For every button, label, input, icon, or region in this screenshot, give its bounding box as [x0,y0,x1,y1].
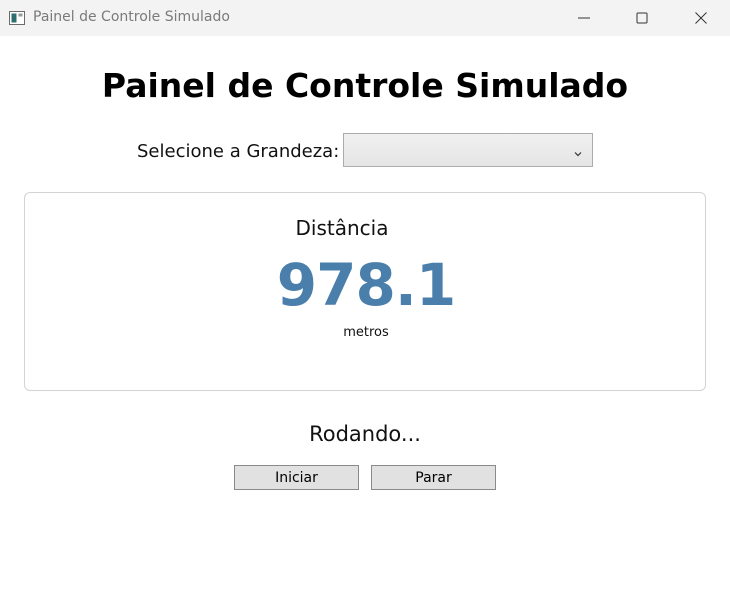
maximize-button[interactable] [619,0,665,36]
title-bar[interactable]: Painel de Controle Simulado [0,0,730,36]
start-button[interactable]: Iniciar [234,465,359,490]
window-app-icon [9,10,25,25]
quantity-name: Distância [295,216,389,240]
readout-card: Distância 978.1 metros [24,192,706,391]
close-button[interactable] [678,0,724,36]
window-title: Painel de Controle Simulado [33,9,230,25]
quantity-unit: metros [343,325,389,340]
quantity-value: 978.1 [276,251,456,319]
chevron-down-icon [573,144,583,157]
page-title: Painel de Controle Simulado [101,66,629,105]
app-window: Painel de Controle Simulado Painel de Co… [0,0,730,612]
stop-button[interactable]: Parar [371,465,496,490]
quantity-select-label: Selecione a Grandeza: [137,141,340,162]
minimize-icon [578,12,590,24]
maximize-icon [636,12,648,24]
status-text: Rodando... [309,422,421,446]
minimize-button[interactable] [561,0,607,36]
close-icon [695,12,707,24]
quantity-select[interactable] [343,133,593,167]
